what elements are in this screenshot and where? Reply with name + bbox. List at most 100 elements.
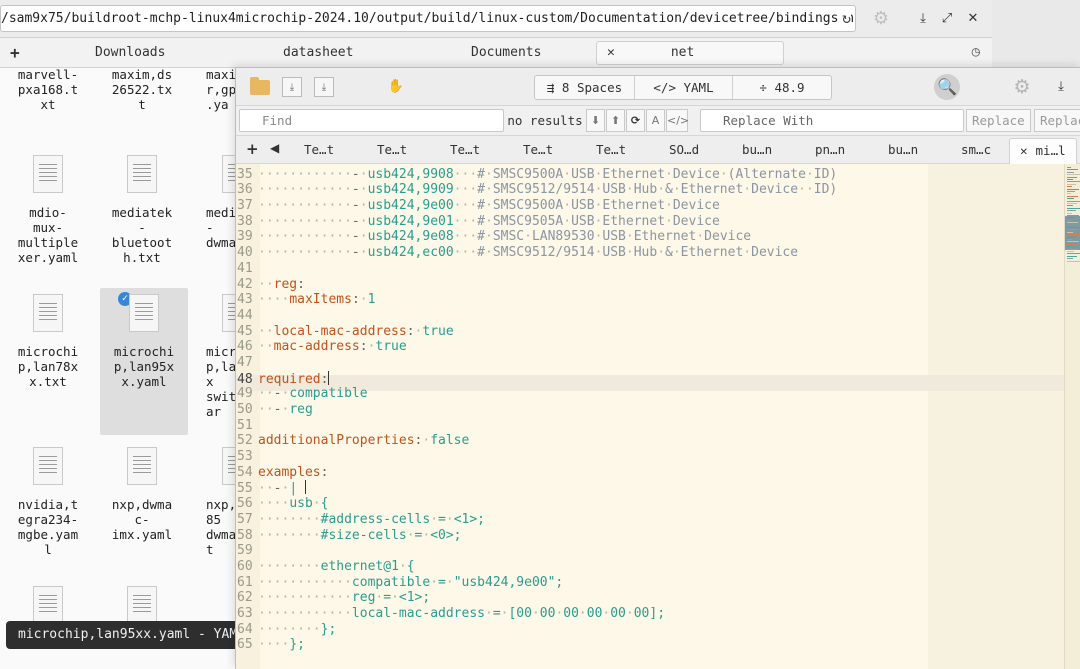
tab-datasheet[interactable]: datasheet — [283, 45, 353, 60]
line-number: 54 — [237, 464, 253, 480]
syntax-selector[interactable]: </> YAML — [635, 76, 733, 99]
code-icon: </> — [653, 80, 676, 95]
file-item[interactable]: nvidia,t egra234- mgbe.yam l — [4, 447, 92, 557]
search-icon[interactable]: 🔍 — [934, 74, 960, 100]
line-number: 49 — [237, 386, 253, 402]
file-label: maxi r,gp .ya — [206, 67, 236, 112]
line-number: 56 — [237, 496, 253, 512]
file-item[interactable]: marvell- pxa168.t xt — [4, 67, 92, 112]
minimap-line — [1067, 253, 1080, 255]
maximize-icon[interactable]: ⤢ — [936, 8, 958, 30]
code-line: 37 ············-·usb424,9e00···#·SMSC9500… — [236, 198, 837, 214]
code-text: ········#size-cells·=·<0>; — [258, 527, 462, 543]
tab-downloads[interactable]: Downloads — [95, 45, 165, 60]
minimap-line — [1067, 219, 1071, 221]
close-icon[interactable]: ✕ — [962, 8, 984, 30]
file-item[interactable]: mdio- mux- multiple xer.yaml — [4, 155, 92, 265]
editor-tab[interactable]: Te…t — [523, 142, 553, 157]
case-sensitive-icon[interactable]: A — [646, 109, 665, 132]
close-tab-icon[interactable]: ✕ — [1020, 143, 1028, 158]
gear-icon[interactable]: ⚙ — [1012, 77, 1032, 97]
file-item[interactable]: maxi r,gp .ya — [192, 67, 236, 112]
add-tab-icon[interactable]: + — [10, 43, 20, 62]
code-text: ············local-mac-address·=·[00·00·0… — [258, 605, 666, 621]
line-number: 60 — [237, 558, 253, 574]
close-tab-icon[interactable]: ✕ — [607, 45, 615, 60]
open-folder-icon[interactable] — [250, 77, 270, 95]
save-as-icon[interactable]: ⤓ — [314, 77, 334, 97]
minimap-line — [1067, 181, 1080, 183]
editor-tab[interactable]: Te…t — [377, 142, 407, 157]
minimap[interactable] — [1064, 164, 1080, 669]
editor-tab[interactable]: bu…n — [888, 142, 918, 157]
replace-all-button[interactable]: Replac — [1034, 109, 1080, 132]
editor-tab[interactable]: Te…t — [596, 142, 626, 157]
zoom-selector[interactable]: ÷ 48.9 — [733, 76, 831, 99]
file-item[interactable]: mediatek - bluetoot h.txt — [98, 155, 186, 265]
line-number: 50 — [237, 402, 253, 417]
prev-tab-icon[interactable]: ◀ — [270, 141, 279, 155]
code-line: 44 — [236, 308, 837, 324]
download-icon[interactable]: ⤓ — [912, 8, 934, 30]
editor-tab[interactable]: bu…n — [742, 142, 772, 157]
editor-tab[interactable]: pn…n — [815, 142, 845, 157]
file-item[interactable]: medi - dwma — [192, 155, 236, 250]
add-tab-icon[interactable]: + — [246, 140, 259, 158]
find-prev-icon[interactable]: ⬆ — [606, 109, 625, 132]
file-item-selected[interactable]: ✓ microchi p,lan95x x.yaml — [100, 288, 188, 435]
save-icon[interactable]: ⤓ — [282, 77, 302, 97]
code-line: 39 ············-·usb424,9e08···#·SMSC·LAN… — [236, 229, 837, 245]
code-line: 57 ········#address-cells·=·<1>; — [236, 512, 837, 528]
code-line: 54 examples: — [236, 465, 837, 481]
regex-icon[interactable]: </> — [666, 109, 689, 132]
hand-icon[interactable]: ✋ — [386, 77, 406, 97]
tab-documents[interactable]: Documents — [471, 45, 541, 60]
code-line: 47 — [236, 355, 837, 371]
history-icon[interactable]: ◷ — [972, 44, 980, 60]
replace-input[interactable] — [700, 109, 964, 132]
line-number: 58 — [237, 527, 253, 543]
reload-icon[interactable]: ↻ — [837, 6, 851, 31]
indent-selector[interactable]: ⇶ 8 Spaces — [535, 76, 635, 99]
editor-tab[interactable]: Te…t — [304, 142, 334, 157]
path-bar[interactable]: /sam9x75/buildroot-mchp-linux4microchip-… — [0, 5, 856, 32]
replace-button[interactable]: Replace — [966, 109, 1031, 132]
minimap-line — [1067, 210, 1076, 212]
cycle-search-icon[interactable]: ⟳ — [626, 109, 645, 132]
line-number: 52 — [237, 433, 253, 449]
code-line: 63 ············local-mac-address·=·[00·00… — [236, 606, 837, 622]
download-icon[interactable]: ⤓ — [1051, 77, 1071, 97]
minimap-line — [1067, 217, 1075, 219]
file-item[interactable]: micr p,la x swit ar — [192, 294, 236, 419]
code-line: 42 ··reg: — [236, 277, 837, 293]
line-number: 46 — [237, 339, 253, 355]
tab-net[interactable]: ✕ net — [596, 41, 784, 65]
editor-tab[interactable]: sm…c — [961, 142, 991, 157]
editor-tab[interactable]: Te…t — [450, 142, 480, 157]
gear-icon[interactable]: ⚙ — [870, 8, 892, 30]
file-item[interactable]: maxim,ds 26522.tx t — [98, 67, 186, 112]
code-text: ··-·compatible — [258, 386, 368, 402]
code-line: 45 ··local-mac-address:·true — [236, 324, 837, 340]
minimap-line — [1067, 171, 1074, 173]
minimap-line — [1067, 215, 1079, 216]
find-next-icon[interactable]: ⬇ — [586, 109, 605, 132]
file-item[interactable]: microchi p,lan78x x.txt — [4, 294, 92, 389]
code-text: ············-·usb424,9e01···#·SMSC9505A·… — [258, 213, 720, 229]
code-line: 49 ··-·compatible — [236, 386, 837, 402]
file-item[interactable]: nxp,dwma c- imx.yaml — [98, 447, 186, 542]
file-label: medi - dwma — [206, 205, 236, 250]
file-item[interactable]: nxp, 85 dwma t — [192, 447, 236, 557]
code-line: 48 required: — [236, 370, 837, 387]
minimap-line — [1067, 183, 1076, 185]
code-line: 36 ············-·usb424,9909···#·SMSC9512… — [236, 182, 837, 198]
minimap-line — [1067, 174, 1080, 176]
minimap-thumb[interactable] — [1065, 216, 1080, 250]
editor-tab-active[interactable]: ✕ mi…l — [1009, 138, 1077, 164]
editor-tab[interactable]: SO…d — [669, 142, 699, 157]
minimap-line — [1067, 246, 1071, 248]
find-input[interactable] — [239, 109, 504, 132]
line-number: 39 — [237, 229, 253, 245]
line-number: 43 — [237, 292, 253, 308]
code-area[interactable]: 34············-·usb424,9904···#·SMSC9500… — [236, 164, 1080, 669]
